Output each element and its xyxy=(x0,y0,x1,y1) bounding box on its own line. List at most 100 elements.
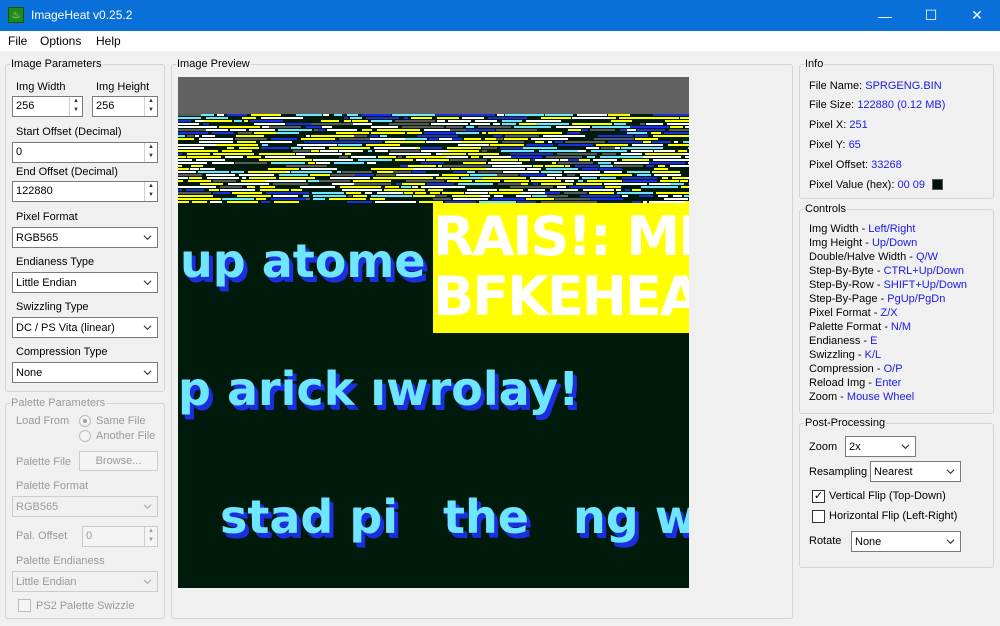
noise-pixel-run xyxy=(430,192,440,194)
chevron-down-icon xyxy=(946,469,955,475)
noise-pixel-run xyxy=(262,144,268,146)
compression-select[interactable]: None xyxy=(12,362,158,383)
end-offset-spinner[interactable]: 122880 ▲ ▼ xyxy=(12,181,158,202)
palette-endianess-value: Little Endian xyxy=(16,576,77,588)
noise-pixel-run xyxy=(664,132,689,134)
noise-pixel-run xyxy=(378,156,396,158)
noise-pixel-run xyxy=(178,138,194,140)
noise-pixel-run xyxy=(527,168,541,170)
menu-options[interactable]: Options xyxy=(40,34,81,48)
palette-format-select[interactable]: RGB565 xyxy=(12,496,158,517)
end-offset-label: End Offset (Decimal) xyxy=(16,166,118,178)
noise-pixel-run xyxy=(178,135,185,137)
spinner-arrows-icon[interactable]: ▲ ▼ xyxy=(144,97,157,116)
pixel-format-select[interactable]: RGB565 xyxy=(12,227,158,248)
preview-text-line: p arick ıwrolay! xyxy=(178,362,580,416)
noise-pixel-run xyxy=(178,141,196,143)
noise-pixel-run xyxy=(248,171,286,173)
noise-pixel-run xyxy=(178,174,202,176)
menu-help[interactable]: Help xyxy=(96,34,121,48)
noise-pixel-run xyxy=(314,129,318,131)
noise-pixel-run xyxy=(209,147,224,149)
noise-pixel-run xyxy=(306,135,310,137)
noise-pixel-run xyxy=(239,147,259,149)
noise-pixel-run xyxy=(556,177,579,179)
noise-pixel-run xyxy=(575,165,599,167)
noise-pixel-run xyxy=(254,123,285,125)
noise-pixel-run xyxy=(385,141,425,143)
horizontal-flip-checkbox[interactable] xyxy=(812,510,825,523)
noise-pixel-run xyxy=(565,165,570,167)
noise-pixel-run xyxy=(321,120,339,122)
noise-pixel-run xyxy=(494,195,503,197)
noise-pixel-run xyxy=(265,156,305,158)
pixel-offset-value: 33268 xyxy=(871,159,902,171)
vertical-flip-checkbox[interactable]: ✓ xyxy=(812,490,825,503)
spinner-arrows-icon[interactable]: ▲ ▼ xyxy=(69,97,82,116)
rotate-select[interactable]: None xyxy=(851,531,961,552)
palette-endianess-select[interactable]: Little Endian xyxy=(12,571,158,592)
maximize-button[interactable]: ☐ xyxy=(908,0,954,31)
spinner-arrows-icon[interactable]: ▲ ▼ xyxy=(144,527,157,546)
noise-pixel-run xyxy=(334,114,342,116)
control-hint-keys: SHIFT+Up/Down xyxy=(883,279,968,291)
close-button[interactable]: ✕ xyxy=(954,0,1000,31)
noise-pixel-run xyxy=(596,144,628,146)
noise-pixel-run xyxy=(536,123,569,125)
noise-pixel-run xyxy=(451,168,486,170)
menu-file[interactable]: File xyxy=(8,34,27,48)
noise-pixel-run xyxy=(526,120,561,122)
noise-pixel-run xyxy=(319,180,350,182)
noise-pixel-run xyxy=(664,147,687,149)
img-width-spinner[interactable]: 256 ▲ ▼ xyxy=(12,96,83,117)
noise-pixel-run xyxy=(523,147,557,149)
noise-pixel-run xyxy=(485,138,496,140)
noise-pixel-run xyxy=(421,186,440,188)
image-preview-canvas[interactable]: RAIS!: MRK. BFKEHEAR up atome p arick ıw… xyxy=(178,77,689,588)
pal-offset-spinner[interactable]: 0 ▲ ▼ xyxy=(82,526,158,547)
resampling-select[interactable]: Nearest xyxy=(870,461,961,482)
noise-pixel-run xyxy=(557,153,597,155)
same-file-radio[interactable] xyxy=(79,415,91,427)
noise-pixel-run xyxy=(576,183,602,185)
noise-pixel-run xyxy=(497,174,518,176)
swizzling-select[interactable]: DC / PS Vita (linear) xyxy=(12,317,158,338)
noise-pixel-run xyxy=(286,123,311,125)
vertical-flip-label: Vertical Flip (Top-Down) xyxy=(829,490,946,502)
noise-pixel-run xyxy=(330,165,371,167)
noise-pixel-run xyxy=(684,174,689,176)
noise-pixel-run xyxy=(227,201,246,203)
noise-pixel-run xyxy=(371,168,413,170)
file-name-value: SPRGENG.BIN xyxy=(865,80,942,92)
noise-pixel-run xyxy=(189,177,202,179)
noise-pixel-run xyxy=(600,156,643,158)
noise-pixel-run xyxy=(621,153,642,155)
noise-pixel-run xyxy=(195,135,199,137)
ps2-swizzle-checkbox[interactable] xyxy=(18,599,31,612)
noise-pixel-run xyxy=(206,174,215,176)
zoom-select[interactable]: 2x xyxy=(845,436,916,457)
browse-button[interactable]: Browse... xyxy=(79,451,158,471)
minimize-button[interactable]: — xyxy=(862,0,908,31)
spinner-arrows-icon[interactable]: ▲ ▼ xyxy=(144,143,157,162)
noise-pixel-run xyxy=(262,126,269,128)
noise-pixel-run xyxy=(350,117,362,119)
another-file-radio[interactable] xyxy=(79,430,91,442)
noise-pixel-run xyxy=(541,183,573,185)
start-offset-spinner[interactable]: 0 ▲ ▼ xyxy=(12,142,158,163)
noise-pixel-run xyxy=(688,138,689,140)
app-icon: ♨ xyxy=(8,7,24,23)
spinner-arrows-icon[interactable]: ▲ ▼ xyxy=(144,182,157,201)
noise-pixel-run xyxy=(482,132,486,134)
preview-text-line: stad pi xyxy=(220,490,399,544)
another-file-label: Another File xyxy=(96,430,156,442)
noise-pixel-run xyxy=(367,162,376,164)
pixel-format-value: RGB565 xyxy=(16,232,59,244)
noise-pixel-run xyxy=(213,192,230,194)
noise-pixel-run xyxy=(565,141,605,143)
endianess-select[interactable]: Little Endian xyxy=(12,272,158,293)
noise-pixel-run xyxy=(684,195,689,197)
noise-pixel-run xyxy=(178,153,182,155)
img-height-spinner[interactable]: 256 ▲ ▼ xyxy=(92,96,158,117)
noise-pixel-run xyxy=(217,195,233,197)
